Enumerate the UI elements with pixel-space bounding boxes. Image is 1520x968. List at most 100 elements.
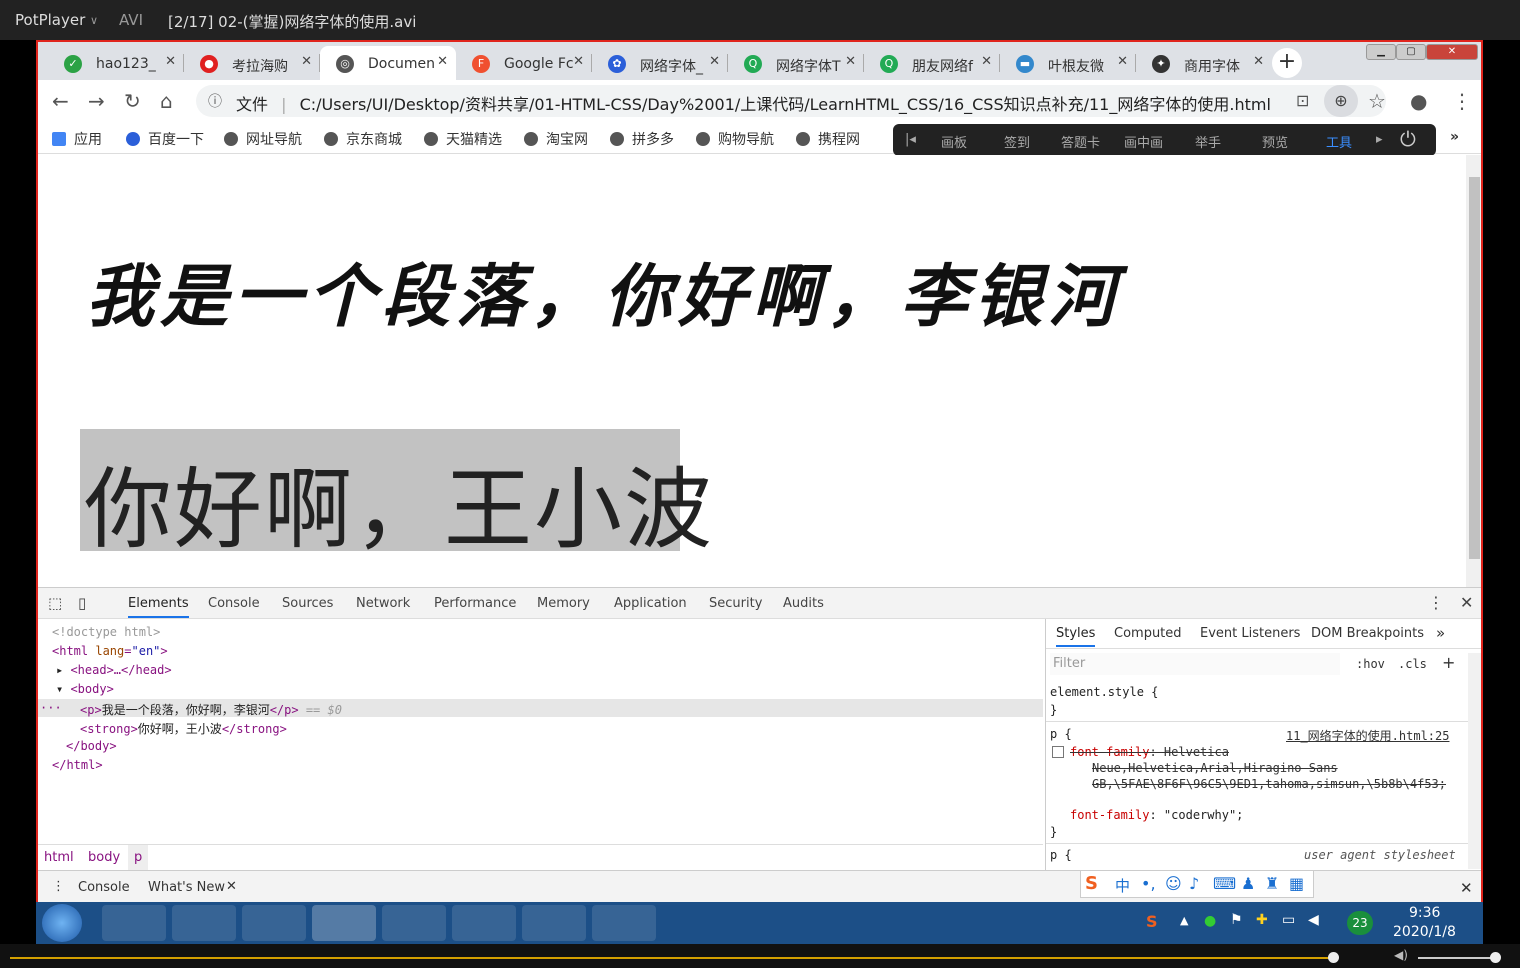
tab-application[interactable]: Application	[614, 596, 687, 611]
volume-icon[interactable]: ◀)	[1394, 948, 1408, 962]
start-button[interactable]	[42, 904, 82, 942]
drawer-tab-console[interactable]: Console	[78, 880, 130, 895]
tab-friend-font[interactable]: Q 朋友网络f ✕	[864, 46, 1000, 80]
more-bookmarks-icon[interactable]: »	[1450, 129, 1459, 145]
tab-computed[interactable]: Computed	[1114, 626, 1182, 641]
drawer-menu-icon[interactable]: ⋮	[52, 879, 65, 894]
microphone-icon[interactable]: ♪	[1189, 874, 1199, 893]
forward-icon[interactable]: →	[88, 89, 105, 113]
close-icon[interactable]: ✕	[301, 54, 312, 69]
close-icon[interactable]: ✕	[981, 54, 992, 69]
struck-font-family[interactable]: font-family: Helvetica	[1070, 745, 1229, 759]
close-window-button[interactable]: ✕	[1426, 44, 1478, 60]
html-node[interactable]: <html lang="en">	[52, 644, 168, 658]
bookmark-pinduoduo[interactable]: 拼多多	[610, 129, 674, 149]
video-player-icon[interactable]	[172, 905, 236, 941]
cls-toggle[interactable]: .cls	[1398, 657, 1427, 671]
bookmark-baidu[interactable]: 百度一下	[126, 129, 204, 149]
player-name[interactable]: PotPlayer	[15, 11, 85, 29]
volume-handle[interactable]	[1490, 952, 1501, 963]
device-toggle-icon[interactable]: ▯	[78, 594, 86, 612]
clock-time[interactable]: 9:36	[1409, 905, 1440, 921]
tab-sources[interactable]: Sources	[282, 596, 333, 611]
tab-hao123[interactable]: ✓ hao123_ ✕	[48, 46, 184, 80]
toolbar-tools[interactable]: 工具	[1326, 132, 1352, 151]
tab-commercial-font[interactable]: ✦ 商用字体 ✕	[1136, 46, 1272, 80]
tab-yegenyou[interactable]: ▬ 叶根友微 ✕	[1000, 46, 1136, 80]
add-rule-icon[interactable]: +	[1442, 653, 1455, 672]
menu-icon[interactable]: ⋮	[1452, 89, 1472, 113]
bookmark-jd[interactable]: 京东商城	[324, 129, 402, 149]
seek-handle[interactable]	[1328, 952, 1339, 963]
head-node[interactable]: ▸ <head>…</head>	[56, 663, 172, 677]
profile-avatar-icon[interactable]: ●	[1410, 89, 1427, 113]
more-tabs-icon[interactable]: »	[1436, 624, 1445, 642]
toolbar-preview[interactable]: 预览	[1262, 132, 1288, 151]
body-close-node[interactable]: </body>	[66, 739, 117, 753]
crumb-body[interactable]: body	[88, 850, 120, 865]
network-tray-icon[interactable]: ●	[1204, 913, 1216, 929]
styles-filter-input[interactable]: Filter	[1050, 653, 1340, 675]
tab-network[interactable]: Network	[356, 596, 410, 611]
tab-styles[interactable]: Styles	[1056, 626, 1096, 647]
tab-elements[interactable]: Elements	[128, 596, 189, 618]
close-icon[interactable]: ✕	[165, 54, 176, 69]
tab-audits[interactable]: Audits	[783, 596, 824, 611]
url-text[interactable]: C:/Users/UI/Desktop/资料共享/01-HTML-CSS/Day…	[300, 95, 1271, 114]
collapse-icon[interactable]: |◂	[905, 132, 916, 147]
keyboard-icon[interactable]: ⌨	[1213, 874, 1236, 893]
close-devtools-icon[interactable]: ✕	[1460, 593, 1473, 612]
sogou-logo-icon[interactable]: S	[1085, 873, 1098, 894]
seek-bar[interactable]: ◀)	[0, 944, 1520, 968]
zoom-icon[interactable]: ⊕	[1324, 85, 1358, 117]
toolbar-checkin[interactable]: 签到	[1004, 132, 1030, 151]
tray-expand-icon[interactable]: ▲	[1180, 914, 1188, 927]
folder-icon[interactable]	[242, 905, 306, 941]
tab-security[interactable]: Security	[709, 596, 762, 611]
flag-tray-icon[interactable]: ⚑	[1230, 912, 1243, 928]
volume-muted-icon[interactable]: ◀	[1308, 912, 1319, 928]
ua-rule-selector[interactable]: p {	[1050, 848, 1072, 862]
tab-dom-breakpoints[interactable]: DOM Breakpoints	[1311, 626, 1424, 641]
tab-google-fonts[interactable]: F Google Fc ✕	[456, 46, 592, 80]
info-icon[interactable]: ⓘ	[208, 91, 222, 111]
tab-webfont-baidu[interactable]: ✿ 网络字体_ ✕	[592, 46, 728, 80]
close-icon[interactable]: ✕	[437, 54, 448, 69]
active-font-family[interactable]: font-family: "coderwhy";	[1070, 808, 1243, 822]
hov-toggle[interactable]: :hov	[1356, 657, 1385, 671]
vscode-icon[interactable]	[382, 905, 446, 941]
crumb-html[interactable]: html	[44, 850, 74, 865]
bookmark-shopping[interactable]: 购物导航	[696, 129, 774, 149]
power-icon[interactable]: ⏻	[1400, 127, 1416, 151]
property-checkbox[interactable]	[1052, 746, 1064, 758]
bookmark-ctrip[interactable]: 携程网	[796, 129, 860, 149]
emoji-icon[interactable]: ☺	[1165, 874, 1182, 893]
punctuation-icon[interactable]: •,	[1141, 874, 1156, 893]
toolbar-raise-hand[interactable]: 举手	[1195, 132, 1221, 151]
typora-icon[interactable]	[522, 905, 586, 941]
translate-icon[interactable]: ⊡	[1296, 91, 1309, 110]
volume-slider[interactable]	[1418, 957, 1494, 959]
close-icon[interactable]: ✕	[573, 54, 584, 69]
close-icon[interactable]: ✕	[845, 54, 856, 69]
back-icon[interactable]: ←	[52, 89, 69, 113]
tab-memory[interactable]: Memory	[537, 596, 590, 611]
display-tray-icon[interactable]: ▭	[1282, 912, 1295, 928]
address-bar[interactable]: ⓘ 文件 | C:/Users/UI/Desktop/资料共享/01-HTML-…	[196, 85, 1386, 117]
chrome-icon[interactable]	[312, 905, 376, 941]
styles-scrollbar[interactable]	[1468, 653, 1481, 869]
bookmark-nav[interactable]: 网址导航	[224, 129, 302, 149]
arrow-icon[interactable]: ▸	[1376, 132, 1383, 147]
toolbar-answer-card[interactable]: 答题卡	[1061, 132, 1100, 151]
body-node[interactable]: ▾ <body>	[56, 682, 114, 696]
strong-node[interactable]: <strong>你好啊，王小波</strong>	[80, 720, 287, 737]
tab-performance[interactable]: Performance	[434, 596, 516, 611]
home-icon[interactable]: ⌂	[160, 89, 173, 113]
player-menu-chevron-icon[interactable]: ∨	[90, 14, 98, 27]
skin-icon[interactable]: ♜	[1265, 874, 1279, 893]
bookmark-star-icon[interactable]: ☆	[1368, 89, 1386, 113]
element-style-rule[interactable]: element.style {	[1050, 685, 1158, 699]
close-icon[interactable]: ✕	[1117, 54, 1128, 69]
powerpoint-icon[interactable]	[452, 905, 516, 941]
clock-date[interactable]: 2020/1/8	[1393, 924, 1456, 940]
